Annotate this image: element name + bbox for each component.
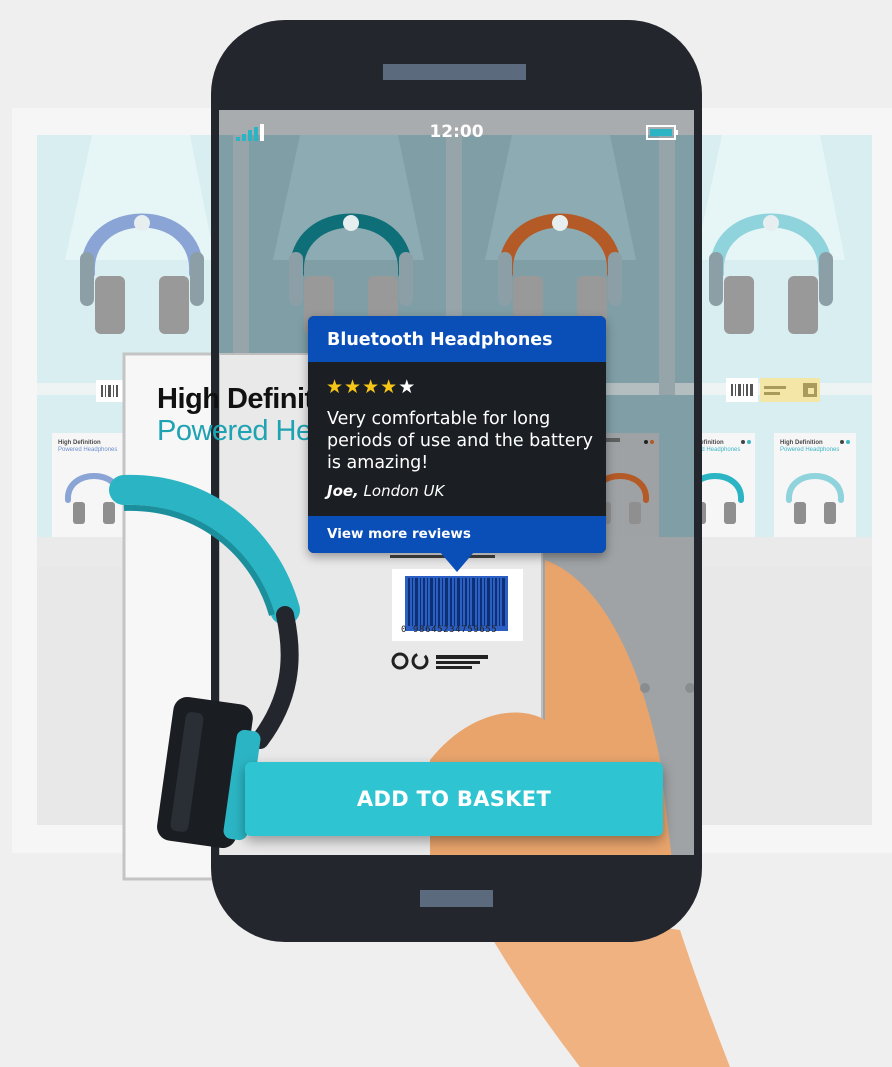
- shelf-price-label: [96, 380, 126, 402]
- product-title: Bluetooth Headphones: [327, 330, 553, 350]
- phone-home-button: [420, 890, 493, 907]
- shelf-price-label: [726, 378, 820, 402]
- popup-pointer: [440, 552, 474, 572]
- review-location: London UK: [363, 482, 445, 500]
- phone-speaker: [383, 64, 526, 80]
- product-box-title-line2: Powered Headphones: [157, 415, 309, 447]
- star-empty-icon: ★: [398, 376, 416, 398]
- product-box-title-line1: High Definition: [157, 383, 309, 415]
- status-bar: 12:00: [219, 110, 694, 154]
- popup-header: Bluetooth Headphones: [308, 316, 606, 362]
- svg-text:Powered Headphones: Powered Headphones: [780, 447, 839, 453]
- star-filled-icon: ★: [362, 376, 380, 398]
- review-text: Very comfortable for long periods of use…: [327, 409, 594, 473]
- star-filled-icon: ★: [344, 376, 362, 398]
- status-time: 12:00: [429, 122, 484, 142]
- svg-text:High Definition: High Definition: [780, 440, 823, 446]
- review-author: Joe, London UK: [327, 482, 444, 500]
- svg-text:Powered Headphones: Powered Headphones: [58, 447, 117, 453]
- shelf-product-box: High Definition Powered Headphones: [774, 433, 856, 537]
- view-more-reviews-link[interactable]: View more reviews: [327, 526, 471, 542]
- product-info-popup: Bluetooth Headphones ★★★★★ Very comforta…: [308, 316, 606, 553]
- product-box-title: High Definition Powered Headphones: [157, 383, 309, 447]
- barcode-number: 0 98645234759655: [401, 625, 498, 635]
- review-author-name: Joe,: [327, 482, 359, 500]
- add-to-basket-button[interactable]: ADD TO BASKET: [245, 762, 663, 836]
- star-filled-icon: ★: [326, 376, 344, 398]
- view-more-reviews-button[interactable]: View more reviews: [308, 516, 606, 553]
- star-rating: ★★★★★: [326, 377, 416, 397]
- svg-text:High Definition: High Definition: [58, 440, 101, 446]
- star-filled-icon: ★: [380, 376, 398, 398]
